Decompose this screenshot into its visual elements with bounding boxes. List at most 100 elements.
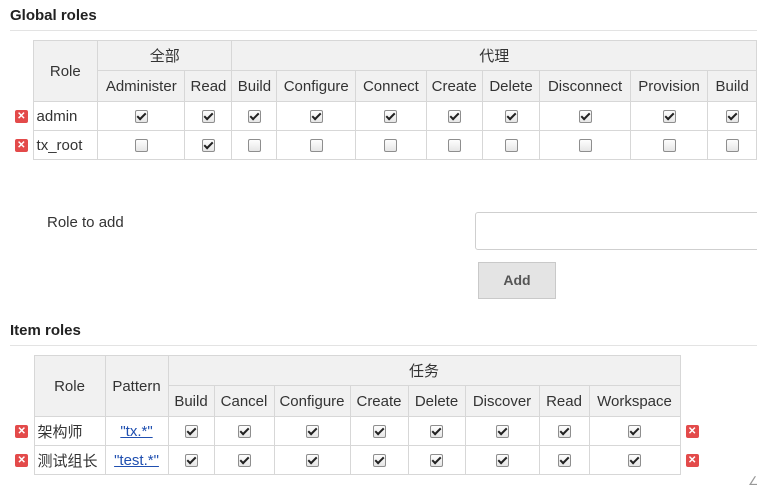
permission-cell: [355, 130, 427, 160]
role-name: 测试组长: [33, 445, 106, 475]
delete-cell: ✕: [10, 416, 34, 446]
permission-checkbox[interactable]: [504, 139, 518, 153]
delete-icon[interactable]: ✕: [15, 425, 29, 439]
permission-checkbox[interactable]: [134, 139, 148, 153]
permission-checkbox[interactable]: [725, 139, 739, 153]
permission-cell: [184, 130, 233, 160]
permission-cell: [276, 101, 357, 131]
permission-checkbox[interactable]: [662, 110, 676, 124]
permission-checkbox[interactable]: [557, 425, 571, 439]
role-name: tx_root: [32, 130, 99, 160]
permission-checkbox[interactable]: [628, 425, 641, 439]
spacer-cell: [10, 40, 34, 102]
permission-checkbox[interactable]: [447, 110, 461, 124]
delete-cell: ✕: [10, 101, 34, 131]
role-to-add-input[interactable]: [475, 212, 757, 250]
permission-checkbox[interactable]: [557, 454, 571, 468]
permission-checkbox[interactable]: [305, 454, 319, 468]
permission-cell: [213, 445, 275, 475]
perm-header-configure: Configure: [276, 70, 357, 102]
permission-cell: [464, 416, 540, 446]
delete-icon[interactable]: ✕: [15, 454, 29, 468]
table-row: ✕ 架构师 "tx.*" ✕: [10, 416, 704, 446]
delete-cell: ✕: [10, 445, 34, 475]
permission-cell: [629, 101, 709, 131]
permission-cell: [355, 101, 427, 131]
permission-cell: [349, 416, 409, 446]
permission-checkbox[interactable]: [247, 110, 261, 124]
permission-checkbox[interactable]: [430, 454, 443, 468]
permission-cell: [588, 416, 681, 446]
permission-checkbox[interactable]: [305, 425, 319, 439]
delete-icon[interactable]: ✕: [685, 454, 699, 468]
permission-cell: [707, 101, 757, 131]
pattern-link[interactable]: "tx.*": [120, 423, 152, 440]
permission-checkbox[interactable]: [578, 139, 592, 153]
permission-cell: [273, 416, 351, 446]
permission-checkbox[interactable]: [578, 110, 592, 124]
permission-checkbox[interactable]: [237, 454, 251, 468]
item-roles-table: Role Pattern 任务 Build Cancel Configure C…: [10, 355, 704, 475]
permission-checkbox[interactable]: [372, 425, 386, 439]
permission-checkbox[interactable]: [384, 110, 398, 124]
pattern-cell: "test.*": [104, 445, 169, 475]
permission-cell: [167, 416, 215, 446]
pattern-link[interactable]: "test.*": [114, 452, 159, 469]
item-perm-header-workspace: Workspace: [588, 385, 681, 417]
permission-checkbox[interactable]: [237, 425, 251, 439]
permission-checkbox[interactable]: [447, 139, 461, 153]
permission-cell: [707, 130, 757, 160]
permission-cell: [425, 101, 483, 131]
permission-cell: [539, 130, 631, 160]
perm-header-build-2: Build: [707, 70, 757, 102]
item-pattern-header: Pattern: [104, 355, 169, 417]
permission-checkbox[interactable]: [628, 454, 641, 468]
perm-header-connect: Connect: [355, 70, 427, 102]
permission-checkbox[interactable]: [201, 139, 215, 153]
permission-checkbox[interactable]: [504, 110, 518, 124]
permission-cell: [464, 445, 540, 475]
spacer-cell: [680, 355, 704, 417]
permission-cell: [539, 101, 631, 131]
group-header-all: 全部: [97, 40, 233, 71]
delete-icon[interactable]: ✕: [14, 110, 28, 124]
delete-icon[interactable]: ✕: [685, 425, 699, 439]
permission-checkbox[interactable]: [134, 110, 148, 124]
permission-cell: [231, 130, 278, 160]
permission-cell: [273, 445, 351, 475]
role-to-add-label: Role to add: [47, 214, 124, 231]
permission-checkbox[interactable]: [201, 110, 215, 124]
perm-header-delete: Delete: [481, 70, 541, 102]
permission-checkbox[interactable]: [662, 139, 676, 153]
permission-checkbox[interactable]: [309, 110, 323, 124]
role-name: 架构师: [33, 416, 106, 446]
permission-checkbox[interactable]: [247, 139, 261, 153]
table-row: ✕ 测试组长 "test.*" ✕: [10, 445, 704, 475]
permission-cell: [167, 445, 215, 475]
permission-checkbox[interactable]: [184, 454, 198, 468]
delete-icon[interactable]: ✕: [14, 139, 28, 153]
permission-cell: [481, 101, 541, 131]
permission-cell: [276, 130, 357, 160]
permission-cell: [184, 101, 233, 131]
permission-checkbox[interactable]: [384, 139, 398, 153]
delete-cell: ✕: [10, 130, 34, 160]
permission-checkbox[interactable]: [725, 110, 739, 124]
permission-cell: [425, 130, 483, 160]
item-perm-header-build: Build: [167, 385, 215, 417]
pattern-cell: "tx.*": [104, 416, 169, 446]
item-perm-header-read: Read: [538, 385, 590, 417]
item-perm-header-cancel: Cancel: [213, 385, 275, 417]
permission-checkbox[interactable]: [184, 425, 198, 439]
add-role-button[interactable]: Add: [478, 262, 556, 299]
permission-checkbox[interactable]: [430, 425, 443, 439]
permission-cell: [97, 101, 186, 131]
permission-checkbox[interactable]: [495, 454, 509, 468]
permission-checkbox[interactable]: [309, 139, 323, 153]
permission-checkbox[interactable]: [372, 454, 386, 468]
permission-cell: [97, 130, 186, 160]
permission-checkbox[interactable]: [495, 425, 509, 439]
table-row: ✕ tx_root: [10, 130, 757, 160]
table-row: ✕ admin: [10, 101, 757, 131]
role-header: Role: [32, 40, 99, 102]
